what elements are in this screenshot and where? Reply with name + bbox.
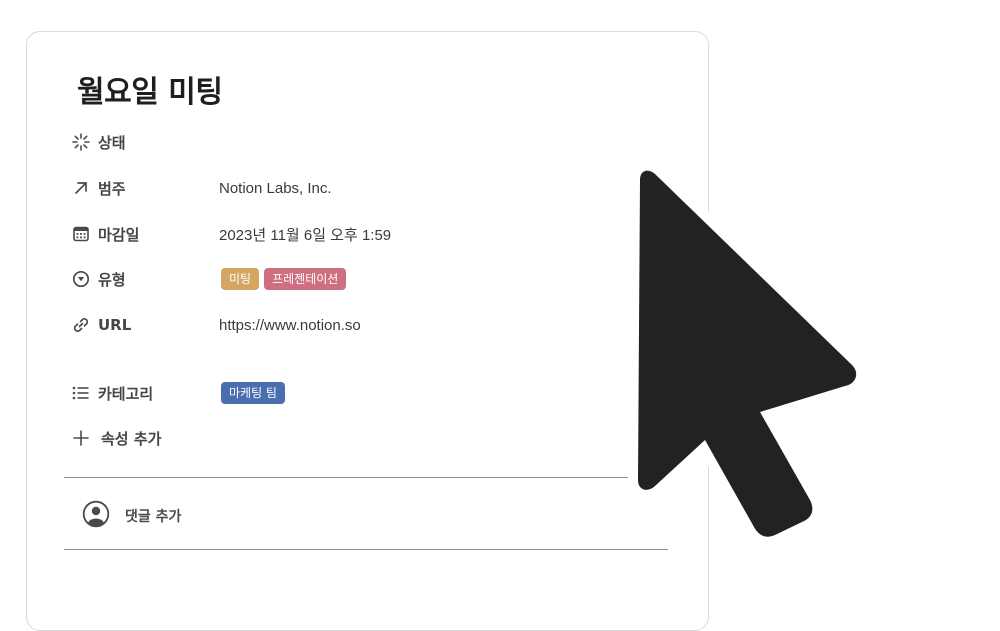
calendar-icon: [71, 224, 91, 244]
page-title[interactable]: 월요일 미팅: [77, 67, 223, 111]
property-row-categories[interactable]: 카테고리 마케팅 팀: [71, 381, 631, 405]
property-row-url[interactable]: URL https://www.notion.so: [71, 313, 631, 337]
mouse-pointer-icon: [628, 160, 867, 547]
property-row-status[interactable]: 상태: [71, 130, 631, 154]
arrow-up-right-icon: [71, 178, 91, 198]
property-label-due-date: 마감일: [98, 225, 140, 244]
user-avatar-icon: [82, 500, 110, 532]
property-value-categories: 마케팅 팀: [221, 382, 285, 404]
property-row-category[interactable]: 범주 Notion Labs, Inc.: [71, 176, 631, 200]
property-value-type: 미팅 프레젠테이션: [221, 268, 347, 290]
tag-meeting[interactable]: 미팅: [221, 268, 260, 290]
link-icon: [71, 315, 91, 335]
divider-bottom: [64, 549, 668, 550]
dropdown-circle-icon: [71, 269, 91, 289]
property-label-categories: 카테고리: [98, 384, 154, 403]
property-label-type: 유형: [98, 270, 126, 289]
add-comment-row[interactable]: 댓글 추가: [82, 500, 181, 532]
add-comment-label: 댓글 추가: [125, 509, 182, 525]
plus-icon: [71, 428, 91, 448]
add-property-label: 속성 추가: [101, 429, 162, 448]
property-value-url[interactable]: https://www.notion.so: [219, 317, 361, 334]
property-value-due-date[interactable]: 2023년 11월 6일 오후 1:59: [219, 224, 391, 245]
tag-presentation[interactable]: 프레젠테이션: [264, 268, 347, 290]
list-icon: [71, 383, 91, 403]
property-label-url: URL: [98, 316, 132, 334]
property-label-category: 범주: [98, 179, 126, 198]
property-value-category[interactable]: Notion Labs, Inc.: [219, 180, 332, 197]
property-row-type[interactable]: 유형 미팅 프레젠테이션: [71, 267, 631, 291]
property-row-due-date[interactable]: 마감일 2023년 11월 6일 오후 1:59: [71, 222, 631, 246]
tag-marketing-team[interactable]: 마케팅 팀: [221, 382, 285, 404]
loading-icon: [71, 132, 91, 152]
add-property-button[interactable]: 속성 추가: [71, 426, 631, 450]
property-label-status: 상태: [98, 133, 126, 152]
divider-top: [64, 477, 668, 478]
